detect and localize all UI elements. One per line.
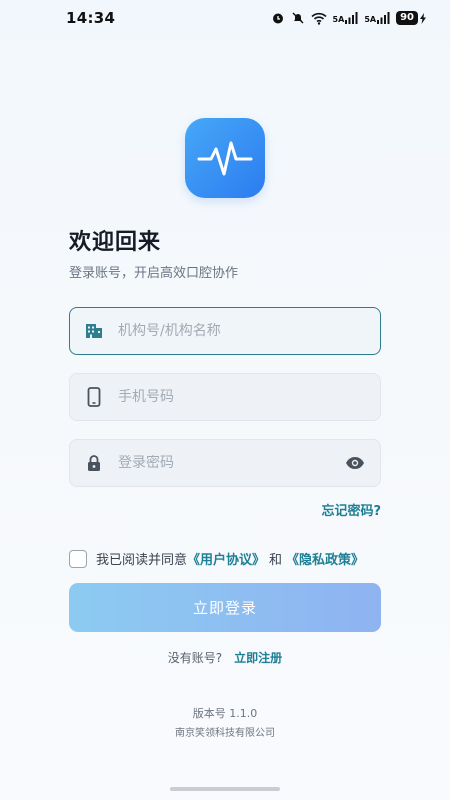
agreement-prefix: 我已阅读并同意 xyxy=(96,553,188,568)
user-agreement-link[interactable]: 《用户协议》 xyxy=(187,549,265,568)
phone-icon xyxy=(84,387,104,407)
phone-field[interactable] xyxy=(69,373,381,421)
signal-2-icon: 5A xyxy=(364,12,390,24)
status-bar: 14:34 5A 5A 90 xyxy=(0,0,450,36)
privacy-policy-link[interactable]: 《隐私政策》 xyxy=(286,549,364,568)
lock-icon xyxy=(84,453,104,473)
network-label-2: 5A xyxy=(364,15,377,24)
signal-1-icon: 5A xyxy=(333,12,359,24)
building-icon xyxy=(84,321,104,341)
status-icons: 5A 5A 90 xyxy=(271,11,426,25)
pulse-wave-icon xyxy=(197,141,253,176)
company-name: 南京笑领科技有限公司 xyxy=(175,728,275,739)
agreement-and: 和 xyxy=(269,553,283,568)
password-input[interactable] xyxy=(118,455,344,471)
register-prompt: 没有账号? xyxy=(167,651,223,665)
status-time: 14:34 xyxy=(66,9,116,27)
version-label: 版本号 1.1.0 xyxy=(192,707,258,720)
wifi-icon xyxy=(310,12,327,25)
agreement-checkbox[interactable] xyxy=(69,549,87,568)
org-input[interactable] xyxy=(118,323,366,339)
home-indicator[interactable] xyxy=(170,787,280,791)
register-link[interactable]: 立即注册 xyxy=(234,649,282,666)
mute-bell-icon xyxy=(291,11,305,25)
welcome-title: 欢迎回来 xyxy=(69,230,162,255)
register-row: 没有账号? 立即注册 xyxy=(0,649,450,666)
show-password-eye-icon[interactable] xyxy=(344,452,366,474)
app-logo xyxy=(185,118,265,198)
welcome-subtitle: 登录账号，开启高效口腔协作 xyxy=(69,266,239,281)
org-field[interactable] xyxy=(69,307,381,355)
network-label-1: 5A xyxy=(332,15,345,24)
forgot-password-link[interactable]: 忘记密码? xyxy=(321,500,381,519)
login-button[interactable]: 立即登录 xyxy=(69,583,381,632)
phone-input[interactable] xyxy=(118,389,366,405)
password-field[interactable] xyxy=(69,439,381,487)
battery-icon: 90 xyxy=(396,11,426,25)
agreement-row: 我已阅读并同意 《用户协议》 和 《隐私政策》 xyxy=(69,549,364,568)
battery-level: 90 xyxy=(396,11,418,25)
alarm-icon xyxy=(271,11,285,25)
